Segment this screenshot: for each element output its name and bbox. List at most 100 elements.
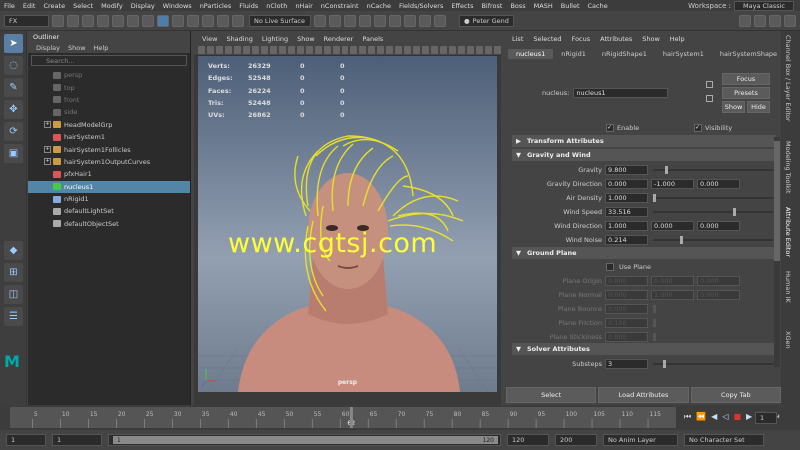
- attr-load-attributes-button[interactable]: Load Attributes: [598, 387, 689, 403]
- attr-value-field[interactable]: 0.000: [697, 220, 740, 231]
- expand-icon[interactable]: [44, 196, 51, 203]
- undo-icon[interactable]: [97, 14, 109, 27]
- attr-value-field[interactable]: 1.000: [605, 192, 648, 203]
- snap-surface-icon[interactable]: [217, 14, 229, 27]
- hypershade-icon[interactable]: [374, 14, 386, 27]
- tab-nrigid1[interactable]: nRigid1: [553, 49, 594, 59]
- viewport-tool-icon[interactable]: [287, 45, 295, 54]
- attr-value-field[interactable]: 0.000: [697, 275, 740, 286]
- menu-item-modify[interactable]: Modify: [97, 2, 127, 10]
- menu-item-windows[interactable]: Windows: [159, 2, 196, 10]
- outliner-item-nrigid1[interactable]: nRigid1: [28, 193, 190, 205]
- live-surface-field[interactable]: No Live Surface: [249, 14, 311, 27]
- side-tab-attribute-editor[interactable]: Attribute Editor: [784, 207, 792, 257]
- attr-value-field[interactable]: 0.000: [697, 178, 740, 189]
- menu-item-ncache[interactable]: nCache: [363, 2, 395, 10]
- enable-checkbox[interactable]: ✓: [606, 123, 614, 132]
- attr-slider[interactable]: [653, 235, 773, 244]
- attr-value-field[interactable]: 1.000: [651, 289, 694, 300]
- go-to-start-icon[interactable]: ⏮: [684, 412, 691, 422]
- ipr-render-icon[interactable]: [344, 14, 356, 27]
- attr-value-field[interactable]: 0.000: [605, 289, 648, 300]
- menu-item-select[interactable]: Select: [69, 2, 97, 10]
- viewport-menu-shading[interactable]: Shading: [226, 35, 252, 43]
- hide-button[interactable]: Hide: [747, 101, 770, 113]
- slider-knob[interactable]: [679, 235, 683, 244]
- menu-item-create[interactable]: Create: [39, 2, 69, 10]
- camera-icon[interactable]: [404, 14, 416, 27]
- viewport-tool-icon[interactable]: [359, 45, 367, 54]
- attr-value-field[interactable]: 0.000: [651, 275, 694, 286]
- viewport-tool-icon[interactable]: [493, 45, 501, 54]
- menu-item-fluids[interactable]: Fluids: [235, 2, 262, 10]
- render-view-icon[interactable]: [389, 14, 401, 27]
- expand-icon[interactable]: [44, 208, 51, 215]
- history-icon[interactable]: [314, 14, 326, 27]
- attr-value-field[interactable]: 0.214: [605, 234, 648, 245]
- outliner-item-top[interactable]: top: [28, 81, 190, 93]
- single-view-icon[interactable]: ◆: [4, 241, 23, 260]
- viewport-tool-icon[interactable]: [305, 45, 313, 54]
- attr-value-field[interactable]: 0.000: [605, 303, 648, 314]
- menu-item-bifrost[interactable]: Bifrost: [477, 2, 506, 10]
- attr-menu-list[interactable]: List: [512, 35, 523, 43]
- menu-item-file[interactable]: File: [0, 2, 19, 10]
- viewport-tool-icon[interactable]: [422, 45, 430, 54]
- outliner-menu-help[interactable]: Help: [94, 44, 109, 52]
- new-scene-icon[interactable]: [52, 14, 64, 27]
- menu-set-dropdown[interactable]: FX: [4, 14, 49, 27]
- viewport-tool-icon[interactable]: [242, 45, 250, 54]
- viewport-tool-icon[interactable]: [233, 45, 241, 54]
- outliner-item-front[interactable]: front: [28, 94, 190, 106]
- side-tab-channel-box-layer-editor[interactable]: Channel Box / Layer Editor: [784, 35, 792, 122]
- focus-in-icon[interactable]: [706, 95, 713, 102]
- workspace-dropdown[interactable]: Maya Classic: [734, 0, 794, 11]
- viewport-tool-icon[interactable]: [485, 45, 492, 54]
- snap-grid-icon[interactable]: [172, 14, 184, 27]
- side-tab-human-ik[interactable]: Human IK: [784, 271, 792, 303]
- viewport-menu-panels[interactable]: Panels: [362, 35, 383, 43]
- section-transform-attributes[interactable]: ▶ Transform Attributes: [512, 135, 776, 147]
- viewport-tool-icon[interactable]: [476, 45, 483, 54]
- viewport-menu-view[interactable]: View: [202, 35, 217, 43]
- select-component-icon[interactable]: [157, 14, 169, 27]
- side-tab-modeling-toolkit[interactable]: Modeling Toolkit: [784, 141, 792, 193]
- section-ground-plane[interactable]: ▼ Ground Plane: [512, 247, 776, 259]
- attr-slider[interactable]: [653, 193, 773, 202]
- outliner-item-hairsystem1follicles[interactable]: + hairSystem1Follicles: [28, 143, 190, 155]
- attr-value-field[interactable]: -1.000: [651, 178, 694, 189]
- select-hierarchy-icon[interactable]: [127, 14, 139, 27]
- paint-select-icon[interactable]: ✎: [4, 78, 23, 97]
- menu-item-bullet[interactable]: Bullet: [557, 2, 584, 10]
- expand-icon[interactable]: +: [44, 121, 51, 129]
- outliner-item-defaultobjectset[interactable]: defaultObjectSet: [28, 218, 190, 230]
- sidebar-toggle-4-icon[interactable]: [784, 14, 796, 27]
- render-frame-icon[interactable]: [329, 14, 341, 27]
- snap-point-icon[interactable]: [202, 14, 214, 27]
- outliner-item-defaultlightset[interactable]: defaultLightSet: [28, 205, 190, 217]
- viewport-tool-icon[interactable]: [341, 45, 349, 54]
- presets-button[interactable]: Presets: [722, 87, 770, 99]
- menu-item-mash[interactable]: MASH: [530, 2, 557, 10]
- menu-item-cache[interactable]: Cache: [584, 2, 612, 10]
- expand-icon[interactable]: [44, 109, 51, 116]
- step-back-frame-icon[interactable]: ◀: [711, 412, 717, 422]
- menu-item-nparticles[interactable]: nParticles: [196, 2, 236, 10]
- expand-icon[interactable]: [44, 72, 51, 79]
- viewport-tool-icon[interactable]: [224, 45, 232, 54]
- outliner-menu-show[interactable]: Show: [68, 44, 86, 52]
- tab-nrigidshape1[interactable]: nRigidShape1: [594, 49, 655, 59]
- outliner-item-nucleus1[interactable]: nucleus1: [28, 180, 190, 193]
- viewport-tool-icon[interactable]: [377, 45, 385, 54]
- user-account[interactable]: ● Peter Gend: [459, 14, 514, 27]
- viewport-menu-show[interactable]: Show: [297, 35, 315, 43]
- attr-menu-help[interactable]: Help: [670, 35, 685, 43]
- attr-slider[interactable]: [653, 165, 773, 174]
- expand-icon[interactable]: [44, 171, 51, 178]
- four-view-icon[interactable]: ⊞: [4, 263, 23, 282]
- snap-curve-icon[interactable]: [187, 14, 199, 27]
- play-forwards-icon[interactable]: ▶: [746, 412, 752, 422]
- attr-value-field[interactable]: 0.000: [605, 331, 648, 342]
- side-tab-xgen[interactable]: XGen: [784, 331, 792, 349]
- viewport-tool-icon[interactable]: [431, 45, 439, 54]
